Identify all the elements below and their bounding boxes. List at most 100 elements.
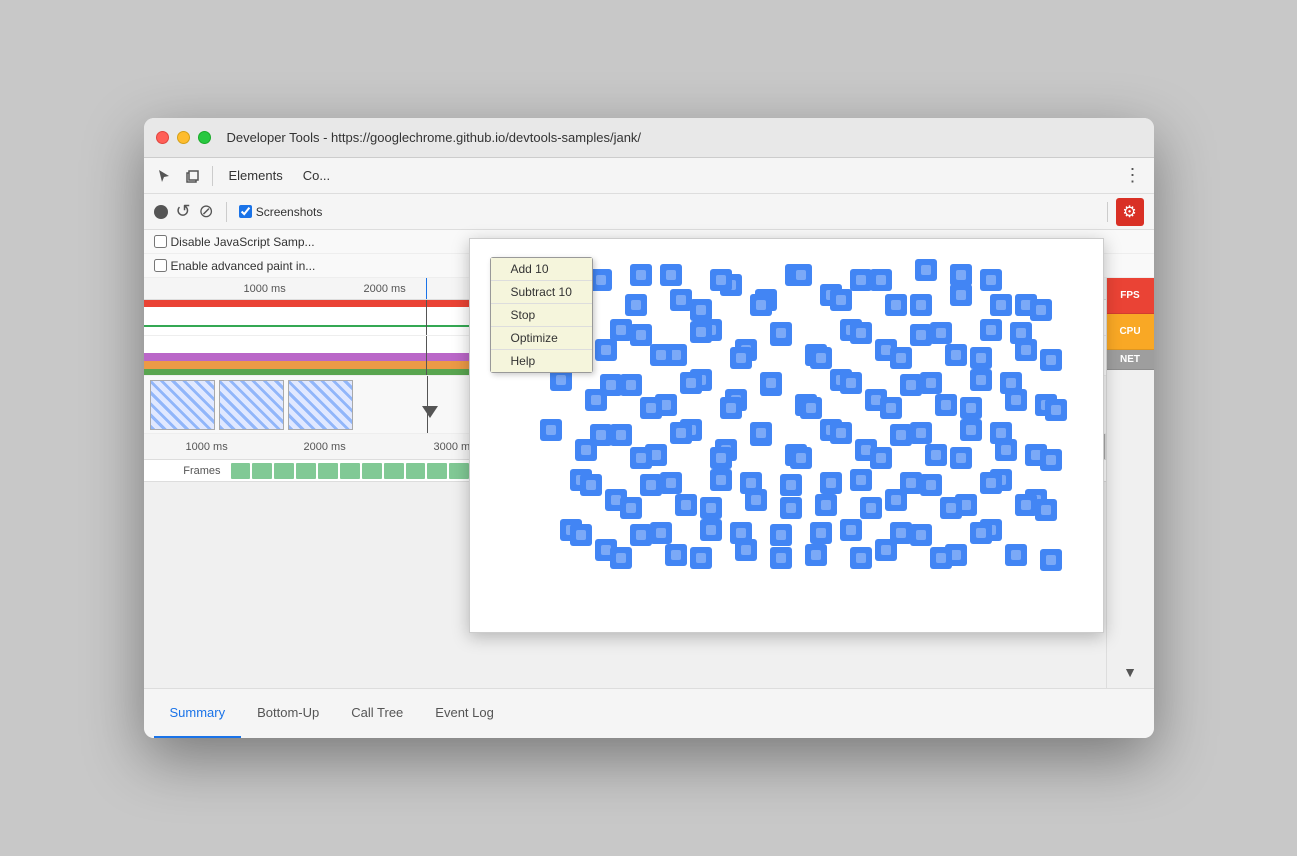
context-menu-item-stop[interactable]: Stop <box>491 304 592 327</box>
blue-square-extra-42 <box>950 447 972 469</box>
window-title: Developer Tools - https://googlechrome.g… <box>227 130 642 145</box>
blue-square-extra-13 <box>730 347 752 369</box>
blue-square-extra-37 <box>750 422 772 444</box>
screenshots-checkbox-label[interactable]: Screenshots <box>239 205 323 219</box>
frame-bar <box>318 463 338 479</box>
advanced-paint-checkbox[interactable] <box>154 259 167 272</box>
record-button[interactable] <box>154 205 168 219</box>
dropdown-chevron-icon[interactable]: ▼ <box>1123 664 1137 680</box>
blue-square-72 <box>630 524 652 546</box>
advanced-paint-checkbox-label[interactable]: Enable advanced paint in... <box>154 259 316 273</box>
blue-square-62 <box>780 474 802 496</box>
frame-bar <box>296 463 316 479</box>
blue-square-extra-60 <box>690 547 712 569</box>
blue-square-3 <box>690 299 712 321</box>
blue-square-78 <box>840 519 862 541</box>
blue-square-extra-38 <box>790 447 812 469</box>
blue-square-extra-0 <box>630 264 652 286</box>
ruler-tick-1000: 1000 ms <box>244 283 286 295</box>
blue-square-80 <box>910 524 932 546</box>
blue-square-extra-1 <box>670 289 692 311</box>
blue-square-8 <box>850 269 872 291</box>
blue-square-extra-70 <box>1040 349 1062 371</box>
blue-square-extra-15 <box>810 347 832 369</box>
bottom-tick-2000: 2000 ms <box>304 441 346 453</box>
maximize-button[interactable] <box>198 131 211 144</box>
blue-square-74 <box>700 519 722 541</box>
elements-tab[interactable]: Elements <box>221 168 291 183</box>
cpu-side-label: CPU <box>1107 314 1154 350</box>
blue-square-extra-10 <box>610 319 632 341</box>
blue-square-extra-3 <box>750 294 772 316</box>
blue-square-extra-31 <box>1000 372 1022 394</box>
blue-square-extra-55 <box>980 472 1002 494</box>
blue-square-extra-54 <box>940 497 962 519</box>
blue-square-extra-22 <box>640 397 662 419</box>
tab-bottom-up[interactable]: Bottom-Up <box>241 689 335 738</box>
context-menu-item-help[interactable]: Help <box>491 350 592 372</box>
blue-square-extra-28 <box>880 397 902 419</box>
blue-square-extra-41 <box>910 422 932 444</box>
tab-summary[interactable]: Summary <box>154 689 242 738</box>
blue-square-extra-25 <box>760 372 782 394</box>
cursor-icon[interactable] <box>152 164 176 188</box>
blue-square-64 <box>850 469 872 491</box>
blue-square-extra-5 <box>830 289 852 311</box>
blue-square-53 <box>925 444 947 466</box>
clear-icon[interactable]: ⊘ <box>199 201 214 222</box>
minimize-button[interactable] <box>177 131 190 144</box>
blue-square-extra-45 <box>580 474 602 496</box>
blue-square-extra-53 <box>900 472 922 494</box>
context-menu-item-add10[interactable]: Add 10 <box>491 258 592 281</box>
screenshot-thumb-1[interactable] <box>150 380 215 430</box>
blue-square-extra-40 <box>870 447 892 469</box>
more-options-icon[interactable]: ⋮ <box>1120 165 1146 186</box>
dropdown-area[interactable]: ▼ <box>1107 656 1154 688</box>
blue-square-extra-30 <box>960 397 982 419</box>
devtools-window: Developer Tools - https://googlechrome.g… <box>144 118 1154 738</box>
screenshots-checkbox[interactable] <box>239 205 252 218</box>
blue-square-extra-29 <box>920 372 942 394</box>
context-menu-item-optimize[interactable]: Optimize <box>491 327 592 350</box>
gear-button[interactable]: ⚙ <box>1116 198 1144 226</box>
tab-event-log[interactable]: Event Log <box>419 689 510 738</box>
blue-square-extra-2 <box>710 269 732 291</box>
blue-square-extra-11 <box>650 344 672 366</box>
blue-square-77 <box>805 544 827 566</box>
screenshot-thumb-3[interactable] <box>288 380 353 430</box>
disable-js-checkbox[interactable] <box>154 235 167 248</box>
console-tab[interactable]: Co... <box>295 168 338 183</box>
bottom-tabs: Summary Bottom-Up Call Tree Event Log <box>144 688 1154 738</box>
blue-square-extra-58 <box>610 547 632 569</box>
cursor-arrow <box>422 406 438 418</box>
disable-js-checkbox-label[interactable]: Disable JavaScript Samp... <box>154 235 315 249</box>
disable-js-label: Disable JavaScript Samp... <box>171 235 315 249</box>
blue-square-extra-20 <box>1010 322 1032 344</box>
tab-call-tree[interactable]: Call Tree <box>335 689 419 738</box>
close-button[interactable] <box>156 131 169 144</box>
webpage-popup: Add 10 Subtract 10 Stop Optimize Help <box>469 238 1104 633</box>
blue-square-extra-36 <box>710 447 732 469</box>
blue-square-extra-67 <box>970 522 992 544</box>
blue-square-extra-24 <box>720 397 742 419</box>
traffic-lights <box>156 131 211 144</box>
blue-square-16 <box>630 324 652 346</box>
blue-square-54 <box>960 419 982 441</box>
blue-square-extra-43 <box>990 422 1012 444</box>
blue-square-11 <box>950 284 972 306</box>
blue-square-extra-4 <box>790 264 812 286</box>
blue-square-extra-71 <box>1045 399 1067 421</box>
frame-bar <box>427 463 447 479</box>
blue-square-extra-74 <box>1040 549 1062 571</box>
refresh-icon[interactable]: ↺ <box>176 201 191 222</box>
blue-square-extra-73 <box>1035 499 1057 521</box>
frame-bar <box>406 463 426 479</box>
context-menu-item-subtract10[interactable]: Subtract 10 <box>491 281 592 304</box>
screenshot-thumb-2[interactable] <box>219 380 284 430</box>
blue-square-60 <box>710 469 732 491</box>
frames-label: Frames <box>144 465 229 477</box>
blue-square-extra-47 <box>660 472 682 494</box>
blue-square-extra-49 <box>740 472 762 494</box>
copy-icon[interactable] <box>180 164 204 188</box>
bottom-tick-1000: 1000 ms <box>186 441 228 453</box>
